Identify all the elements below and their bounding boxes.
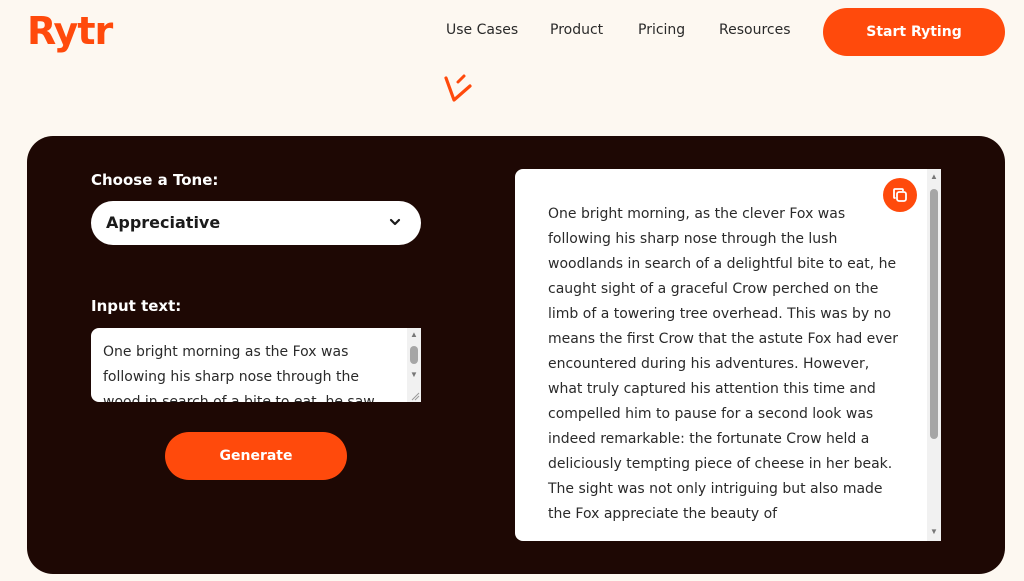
output-scrollbar-thumb[interactable]: [930, 189, 938, 439]
output-scrollbar[interactable]: ▲ ▼: [927, 169, 941, 541]
nav-use-cases[interactable]: Use Cases: [446, 22, 518, 38]
chevron-down-icon: [389, 218, 401, 226]
generate-button[interactable]: Generate: [165, 432, 347, 480]
resize-grip-icon[interactable]: [410, 391, 420, 401]
scroll-up-arrow-icon[interactable]: ▲: [410, 330, 418, 339]
tone-selected-value: Appreciative: [106, 213, 221, 232]
scroll-up-arrow-icon[interactable]: ▲: [930, 172, 938, 181]
input-text-label: Input text:: [91, 297, 182, 315]
rytr-logo[interactable]: Rytr: [27, 7, 113, 55]
scroll-down-arrow-icon[interactable]: ▼: [930, 527, 938, 536]
nav-resources[interactable]: Resources: [719, 22, 791, 38]
copy-icon: [893, 188, 907, 202]
tone-select[interactable]: Appreciative: [91, 201, 421, 245]
rewrite-tool-panel: Choose a Tone: Appreciative Input text: …: [27, 136, 1005, 574]
nav-product[interactable]: Product: [550, 22, 603, 38]
start-ryting-button[interactable]: Start Ryting: [823, 8, 1005, 56]
arrow-doodle-icon: [444, 74, 472, 102]
output-text: One bright morning, as the clever Fox wa…: [548, 206, 898, 522]
input-text-value: One bright morning as the Fox was follow…: [103, 344, 375, 402]
nav-pricing[interactable]: Pricing: [638, 22, 685, 38]
input-scrollbar-thumb[interactable]: [410, 346, 418, 364]
copy-button[interactable]: [883, 178, 917, 212]
scroll-down-arrow-icon[interactable]: ▼: [410, 370, 418, 379]
site-header: Rytr Use Cases Product Pricing Resources…: [0, 0, 1024, 64]
output-text-box[interactable]: One bright morning, as the clever Fox wa…: [515, 169, 941, 541]
tone-label: Choose a Tone:: [91, 171, 219, 189]
input-text-area[interactable]: One bright morning as the Fox was follow…: [91, 328, 421, 402]
